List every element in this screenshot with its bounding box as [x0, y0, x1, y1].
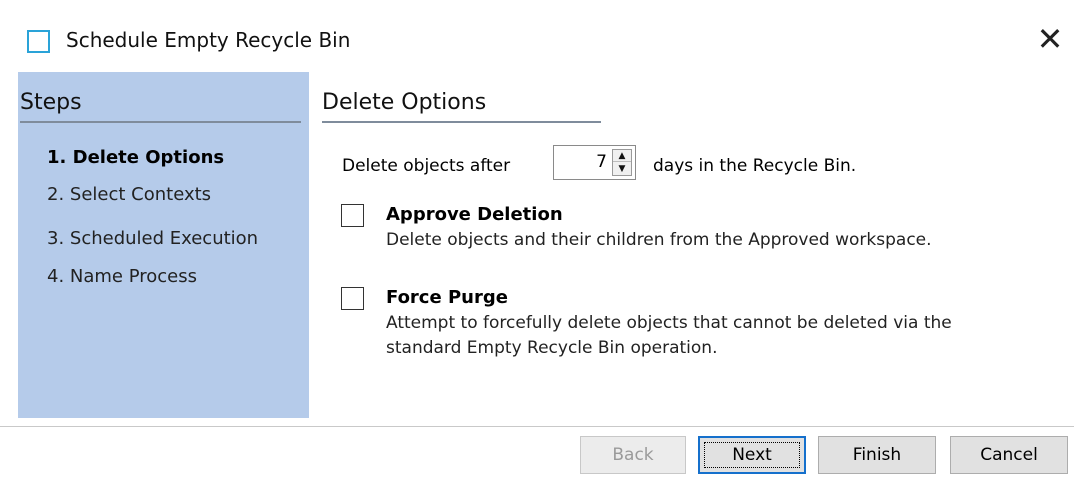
focus-outline: [704, 442, 800, 468]
title-bar: Schedule Empty Recycle Bin ✕: [0, 0, 1074, 72]
step-name-process: 4. Name Process: [47, 266, 198, 287]
days-label: Delete objects after: [342, 156, 511, 176]
steps-header-divider: [20, 121, 301, 123]
step-select-contexts: 2. Select Contexts: [47, 184, 212, 205]
back-button[interactable]: Back: [580, 436, 686, 474]
close-button[interactable]: ✕: [1032, 22, 1068, 58]
finish-button[interactable]: Finish: [818, 436, 936, 474]
force-purge-desc-line2: standard Empty Recycle Bin operation.: [386, 338, 718, 358]
cancel-button[interactable]: Cancel: [950, 436, 1068, 474]
caret-up-icon: ▲: [618, 151, 626, 161]
page-title: Delete Options: [322, 90, 487, 115]
spinner-buttons: ▲ ▼: [612, 149, 632, 176]
force-purge-title: Force Purge: [386, 287, 508, 308]
days-spinner[interactable]: 7 ▲ ▼: [553, 145, 636, 180]
spin-up-button[interactable]: ▲: [613, 150, 631, 162]
step-scheduled-execution: 3. Scheduled Execution: [47, 228, 259, 249]
caret-down-icon: ▼: [618, 164, 626, 174]
approve-deletion-checkbox[interactable]: [341, 204, 364, 227]
days-suffix: days in the Recycle Bin.: [653, 156, 857, 176]
force-purge-checkbox[interactable]: [341, 287, 364, 310]
close-icon: ✕: [1036, 20, 1064, 58]
force-purge-desc-line1: Attempt to forcefully delete objects tha…: [386, 313, 952, 333]
window-title: Schedule Empty Recycle Bin: [66, 28, 351, 52]
footer-divider: [0, 426, 1074, 427]
approve-deletion-title: Approve Deletion: [386, 204, 563, 225]
days-value[interactable]: 7: [554, 146, 609, 179]
content-header-divider: [322, 121, 601, 123]
window-app-icon: [27, 30, 50, 53]
spin-down-button[interactable]: ▼: [613, 163, 631, 175]
step-delete-options: 1. Delete Options: [47, 147, 225, 168]
steps-header: Steps: [20, 90, 82, 115]
next-button[interactable]: Next: [698, 436, 806, 474]
approve-deletion-desc: Delete objects and their children from t…: [386, 230, 932, 250]
